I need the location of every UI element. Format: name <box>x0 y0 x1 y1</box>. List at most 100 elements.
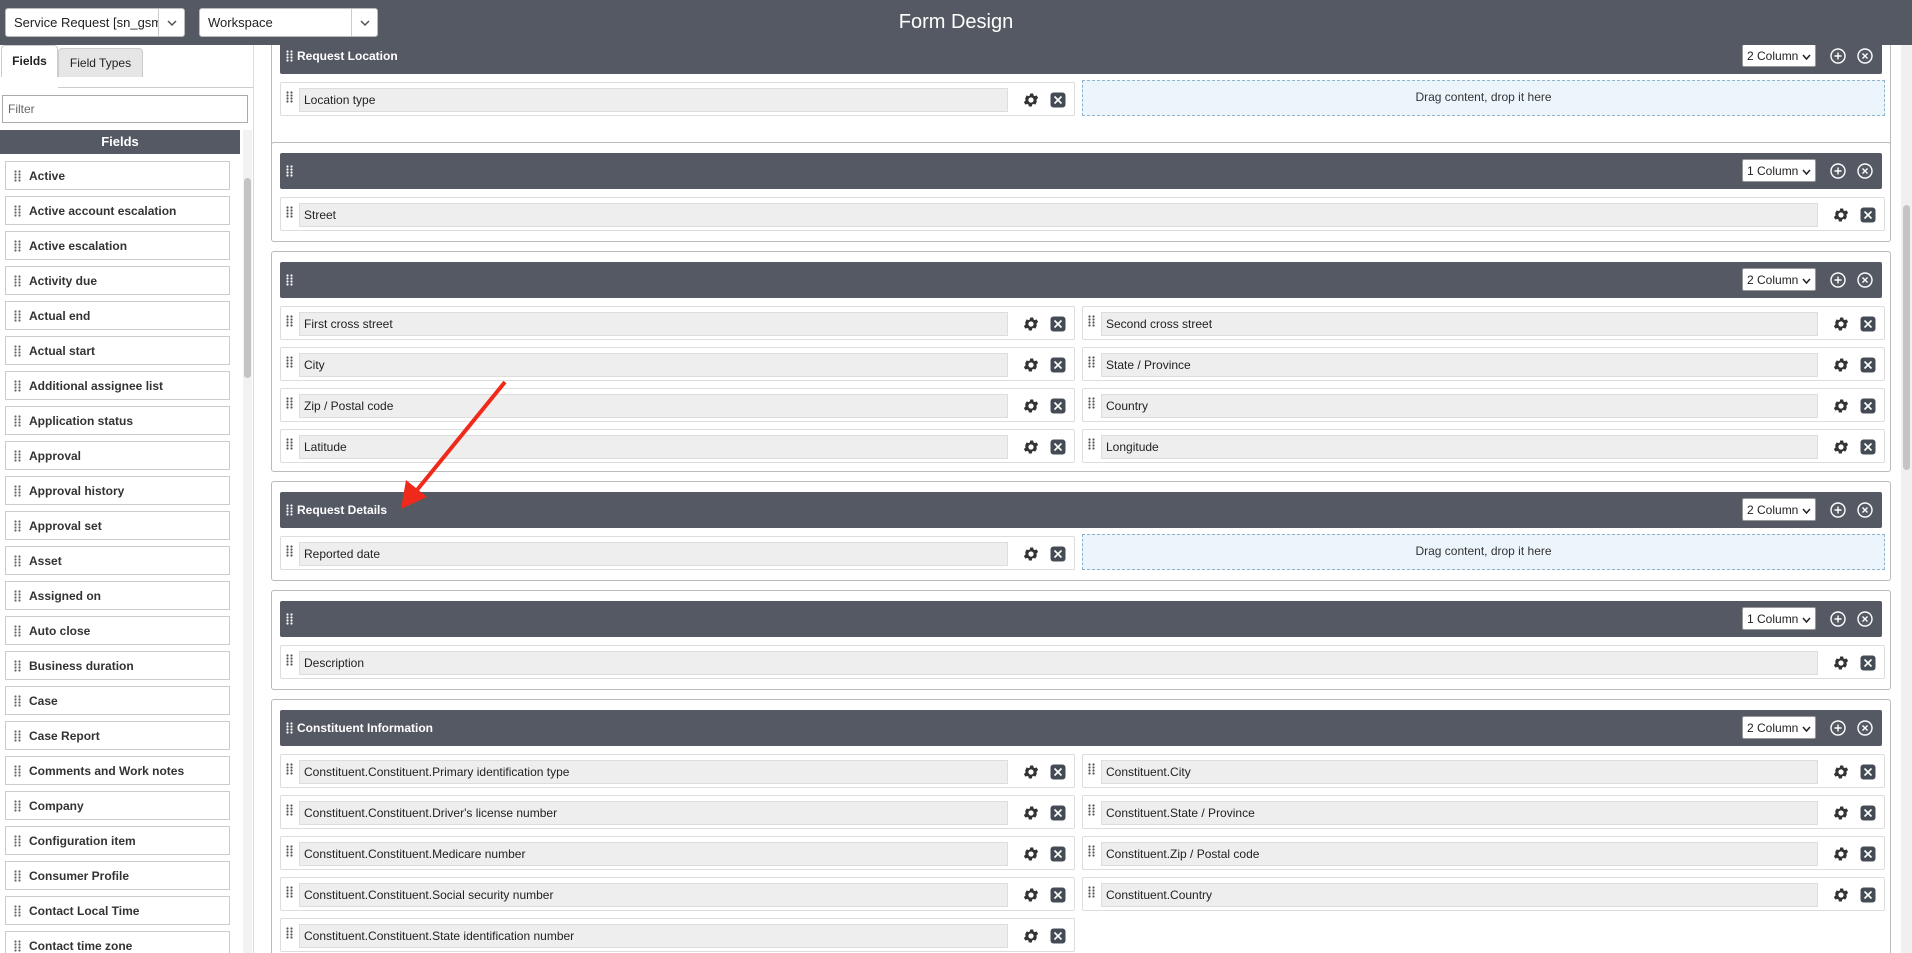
field-list-item[interactable]: Assigned on <box>5 581 230 610</box>
drag-handle-icon[interactable] <box>284 654 294 666</box>
remove-section-icon[interactable] <box>1857 502 1873 518</box>
close-icon[interactable] <box>1860 805 1876 821</box>
drag-handle-icon[interactable] <box>1086 356 1096 368</box>
close-icon[interactable] <box>1050 764 1066 780</box>
field-list-item[interactable]: Active <box>5 161 230 190</box>
column-layout-select[interactable]: 1 Column <box>1742 159 1816 182</box>
close-icon[interactable] <box>1860 207 1876 223</box>
drag-handle-icon[interactable] <box>1086 763 1096 775</box>
close-icon[interactable] <box>1050 398 1066 414</box>
drag-handle-icon[interactable] <box>6 694 29 707</box>
drag-handle-icon[interactable] <box>283 274 295 286</box>
drag-handle-icon[interactable] <box>284 845 294 857</box>
form-field[interactable]: Zip / Postal code <box>280 388 1075 422</box>
drag-handle-icon[interactable] <box>284 206 294 218</box>
gear-icon[interactable] <box>1022 397 1040 415</box>
column-layout-select[interactable]: 2 Column <box>1742 716 1816 739</box>
drag-handle-icon[interactable] <box>1086 804 1096 816</box>
field-list-item[interactable]: Asset <box>5 546 230 575</box>
drag-handle-icon[interactable] <box>283 722 295 734</box>
drag-handle-icon[interactable] <box>6 729 29 742</box>
form-field[interactable]: Constituent.Constituent.State identifica… <box>280 918 1075 952</box>
form-field[interactable]: Constituent.City <box>1082 754 1885 788</box>
drag-handle-icon[interactable] <box>283 50 295 62</box>
form-field[interactable]: Constituent.Constituent.Driver's license… <box>280 795 1075 829</box>
gear-icon[interactable] <box>1832 438 1850 456</box>
remove-section-icon[interactable] <box>1857 611 1873 627</box>
form-field[interactable]: Street <box>280 197 1885 231</box>
form-field[interactable]: Longitude <box>1082 429 1885 463</box>
drag-handle-icon[interactable] <box>284 763 294 775</box>
form-field[interactable]: City <box>280 347 1075 381</box>
gear-icon[interactable] <box>1022 356 1040 374</box>
add-section-icon[interactable] <box>1830 272 1846 288</box>
drag-handle-icon[interactable] <box>284 545 294 557</box>
form-field[interactable]: Constituent.Country <box>1082 877 1885 911</box>
drag-handle-icon[interactable] <box>284 356 294 368</box>
drag-handle-icon[interactable] <box>284 804 294 816</box>
close-icon[interactable] <box>1860 846 1876 862</box>
tab-fields[interactable]: Fields <box>1 45 58 77</box>
close-icon[interactable] <box>1860 764 1876 780</box>
drag-handle-icon[interactable] <box>284 315 294 327</box>
drag-handle-icon[interactable] <box>6 519 29 532</box>
close-icon[interactable] <box>1050 357 1066 373</box>
drag-handle-icon[interactable] <box>6 589 29 602</box>
close-icon[interactable] <box>1050 805 1066 821</box>
gear-icon[interactable] <box>1022 545 1040 563</box>
filter-input[interactable] <box>2 95 248 123</box>
chevron-down-icon[interactable] <box>351 9 377 36</box>
drag-handle-icon[interactable] <box>6 554 29 567</box>
gear-icon[interactable] <box>1022 804 1040 822</box>
remove-section-icon[interactable] <box>1857 720 1873 736</box>
gear-icon[interactable] <box>1832 804 1850 822</box>
drag-handle-icon[interactable] <box>284 927 294 939</box>
drag-handle-icon[interactable] <box>284 397 294 409</box>
form-field[interactable]: State / Province <box>1082 347 1885 381</box>
drag-handle-icon[interactable] <box>6 414 29 427</box>
drag-handle-icon[interactable] <box>1086 438 1096 450</box>
drag-handle-icon[interactable] <box>283 165 295 177</box>
drag-handle-icon[interactable] <box>284 886 294 898</box>
field-list-item[interactable]: Business duration <box>5 651 230 680</box>
field-list-item[interactable]: Auto close <box>5 616 230 645</box>
field-list-item[interactable]: Approval set <box>5 511 230 540</box>
form-field[interactable]: Constituent.Constituent.Social security … <box>280 877 1075 911</box>
view-select[interactable]: Workspace <box>199 8 378 37</box>
field-list-item[interactable]: Case <box>5 686 230 715</box>
canvas-scrollbar-thumb[interactable] <box>1903 205 1910 470</box>
drag-handle-icon[interactable] <box>6 379 29 392</box>
gear-icon[interactable] <box>1832 845 1850 863</box>
chevron-down-icon[interactable] <box>158 9 184 36</box>
drag-handle-icon[interactable] <box>6 344 29 357</box>
close-icon[interactable] <box>1050 439 1066 455</box>
close-icon[interactable] <box>1050 316 1066 332</box>
drag-handle-icon[interactable] <box>1086 886 1096 898</box>
drag-handle-icon[interactable] <box>6 834 29 847</box>
gear-icon[interactable] <box>1022 927 1040 945</box>
gear-icon[interactable] <box>1022 845 1040 863</box>
gear-icon[interactable] <box>1022 91 1040 109</box>
add-section-icon[interactable] <box>1830 48 1846 64</box>
drag-handle-icon[interactable] <box>6 659 29 672</box>
close-icon[interactable] <box>1860 887 1876 903</box>
field-list-item[interactable]: Application status <box>5 406 230 435</box>
table-select[interactable]: Service Request [sn_gsm_ <box>5 8 185 37</box>
form-field[interactable]: Reported date <box>280 536 1075 570</box>
column-layout-select[interactable]: 1 Column <box>1742 607 1816 630</box>
gear-icon[interactable] <box>1022 763 1040 781</box>
form-field[interactable]: Country <box>1082 388 1885 422</box>
gear-icon[interactable] <box>1022 315 1040 333</box>
drag-handle-icon[interactable] <box>1086 315 1096 327</box>
close-icon[interactable] <box>1860 439 1876 455</box>
add-section-icon[interactable] <box>1830 502 1846 518</box>
field-list-item[interactable]: Active escalation <box>5 231 230 260</box>
field-list-item[interactable]: Approval <box>5 441 230 470</box>
drag-handle-icon[interactable] <box>1086 845 1096 857</box>
gear-icon[interactable] <box>1832 763 1850 781</box>
drop-zone[interactable]: Drag content, drop it here <box>1082 534 1885 570</box>
drag-handle-icon[interactable] <box>283 613 295 625</box>
drag-handle-icon[interactable] <box>6 239 29 252</box>
drag-handle-icon[interactable] <box>284 438 294 450</box>
close-icon[interactable] <box>1860 398 1876 414</box>
